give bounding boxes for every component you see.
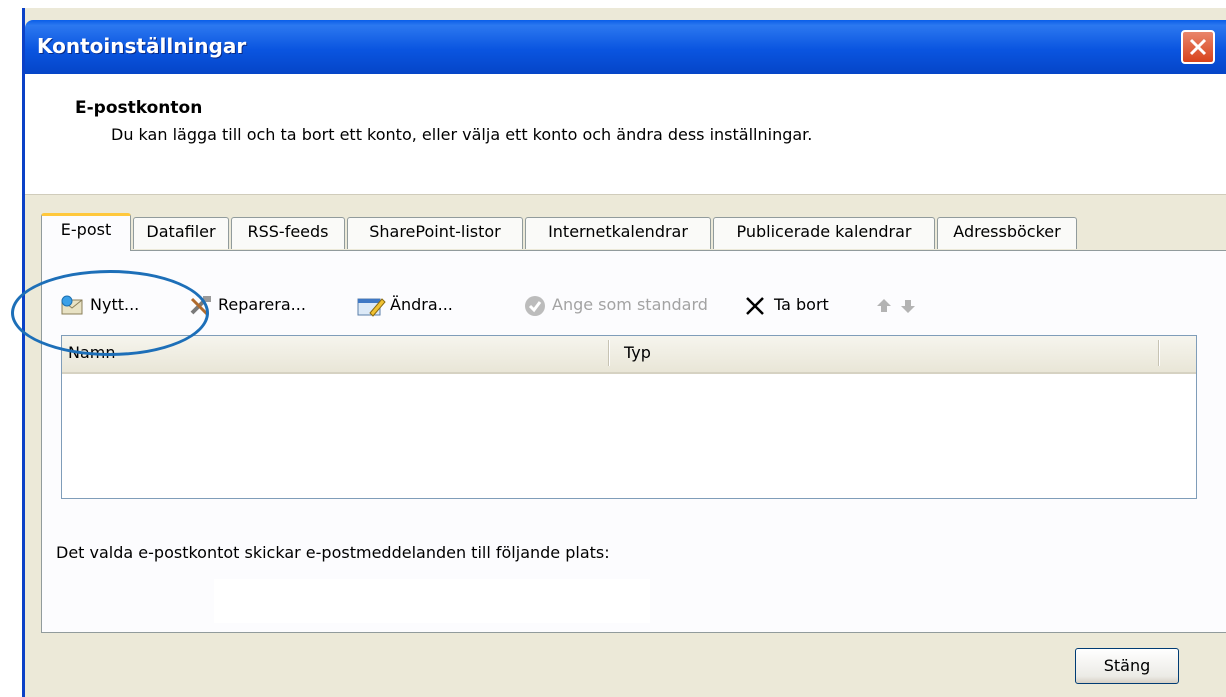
move-up-button[interactable] xyxy=(876,291,896,319)
change-label: Ändra... xyxy=(390,295,453,314)
delivery-location-value xyxy=(214,579,650,623)
repair-button[interactable]: Reparera... xyxy=(188,291,306,319)
header-panel: E-postkonton Du kan lägga till och ta bo… xyxy=(25,74,1226,195)
delivery-location-text: Det valda e-postkontot skickar e-postmed… xyxy=(56,543,610,562)
set-default-label: Ange som standard xyxy=(552,295,708,314)
tools-icon xyxy=(190,295,211,316)
section-description: Du kan lägga till och ta bort ett konto,… xyxy=(111,125,813,144)
remove-label: Ta bort xyxy=(774,295,829,314)
close-button[interactable]: Stäng xyxy=(1075,648,1179,684)
new-account-label: Nytt... xyxy=(90,295,140,314)
repair-label: Reparera... xyxy=(218,295,306,314)
tab-publicerade-kalendrar[interactable]: Publicerade kalendrar xyxy=(713,217,935,249)
column-header-name[interactable]: Namn xyxy=(68,336,116,370)
tab-sharepoint-listor[interactable]: SharePoint-listor xyxy=(347,217,523,249)
tab-adressbocker[interactable]: Adressböcker xyxy=(937,217,1077,249)
dialog-window: Kontoinställningar E-postkonton Du kan l… xyxy=(11,8,1226,697)
title-bar[interactable]: Kontoinställningar xyxy=(25,20,1226,74)
window-title: Kontoinställningar xyxy=(37,34,247,58)
edit-icon xyxy=(357,297,386,317)
account-list-header: Namn Typ xyxy=(62,336,1196,374)
tab-rss-feeds[interactable]: RSS-feeds xyxy=(231,217,345,249)
envelope-icon xyxy=(61,295,83,314)
tab-e-post[interactable]: E-post xyxy=(41,213,131,251)
delete-x-icon xyxy=(746,296,764,315)
move-down-button[interactable] xyxy=(900,291,920,319)
section-title: E-postkonton xyxy=(75,98,203,118)
change-button[interactable]: Ändra... xyxy=(356,291,453,319)
column-separator[interactable] xyxy=(608,340,610,366)
tab-datafiler[interactable]: Datafiler xyxy=(133,217,229,249)
email-tab-panel: Nytt... Reparera... Ändra... Ange som st… xyxy=(41,250,1226,633)
remove-button[interactable]: Ta bort xyxy=(744,291,829,319)
account-list[interactable]: Namn Typ xyxy=(61,335,1197,499)
window-close-button[interactable] xyxy=(1181,30,1215,64)
tab-internetkalendrar[interactable]: Internetkalendrar xyxy=(525,217,711,249)
new-account-button[interactable]: Nytt... xyxy=(60,291,139,319)
column-header-type[interactable]: Typ xyxy=(624,336,651,370)
arrow-up-icon xyxy=(877,298,891,312)
arrow-down-icon xyxy=(901,299,915,313)
column-separator[interactable] xyxy=(1158,340,1160,366)
close-icon xyxy=(1189,38,1207,56)
set-default-button[interactable]: Ange som standard xyxy=(524,291,708,319)
checkmark-icon xyxy=(525,295,545,316)
